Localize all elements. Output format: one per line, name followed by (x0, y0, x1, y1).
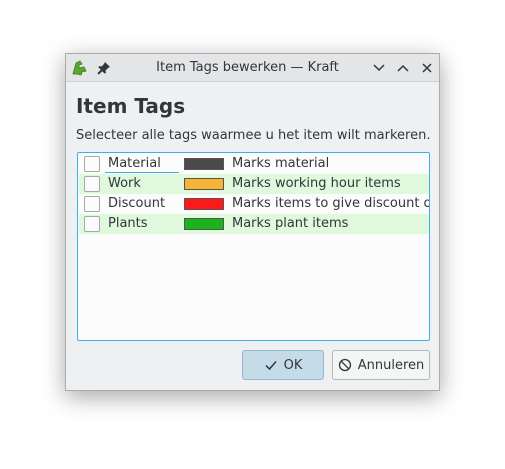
close-icon[interactable] (418, 59, 436, 77)
tag-name: Material (108, 156, 161, 171)
chevron-up-icon[interactable] (394, 59, 412, 77)
tag-list[interactable]: Material Marks material Work Marks worki… (77, 152, 430, 341)
tag-row-plants[interactable]: Plants Marks plant items (79, 214, 429, 234)
title-bar[interactable]: Item Tags bewerken — Kraft (66, 54, 439, 82)
tag-row-discount[interactable]: Discount Marks items to give discount on (79, 194, 429, 214)
tag-color-swatch (184, 178, 224, 190)
tag-checkbox-plants[interactable] (84, 216, 100, 232)
ok-button[interactable]: OK (242, 350, 324, 380)
tag-row-material[interactable]: Material Marks material (79, 154, 429, 174)
tag-row-work[interactable]: Work Marks working hour items (79, 174, 429, 194)
tag-description: Marks working hour items (232, 176, 401, 191)
cancel-icon (338, 358, 351, 372)
dialog-instruction: Selecteer alle tags waarmee u het item w… (76, 128, 431, 143)
window-title: Item Tags bewerken — Kraft (156, 60, 339, 75)
desktop: Item Tags bewerken — Kraft Item Tags Sel… (0, 0, 505, 469)
tag-checkbox-material[interactable] (84, 156, 100, 172)
tag-checkbox-discount[interactable] (84, 196, 100, 212)
tag-name: Work (108, 176, 141, 191)
kraft-app-icon (72, 60, 87, 76)
checkmark-icon (265, 361, 277, 371)
pin-icon[interactable] (96, 60, 112, 76)
tag-name: Discount (108, 196, 166, 211)
cancel-button[interactable]: Annuleren (332, 350, 430, 380)
tag-description: Marks material (232, 156, 330, 171)
tag-checkbox-work[interactable] (84, 176, 100, 192)
tag-color-swatch (184, 218, 224, 230)
tag-description: Marks items to give discount on (232, 196, 430, 211)
cancel-button-label: Annuleren (357, 357, 425, 373)
chevron-down-icon[interactable] (370, 59, 388, 77)
dialog-window: Item Tags bewerken — Kraft Item Tags Sel… (65, 53, 440, 391)
ok-button-label: OK (283, 357, 303, 373)
tag-color-swatch (184, 198, 224, 210)
tag-name: Plants (108, 216, 148, 231)
tag-color-swatch (184, 158, 224, 170)
tag-description: Marks plant items (232, 216, 349, 231)
dialog-heading: Item Tags (76, 94, 186, 118)
focus-indicator (105, 172, 179, 173)
